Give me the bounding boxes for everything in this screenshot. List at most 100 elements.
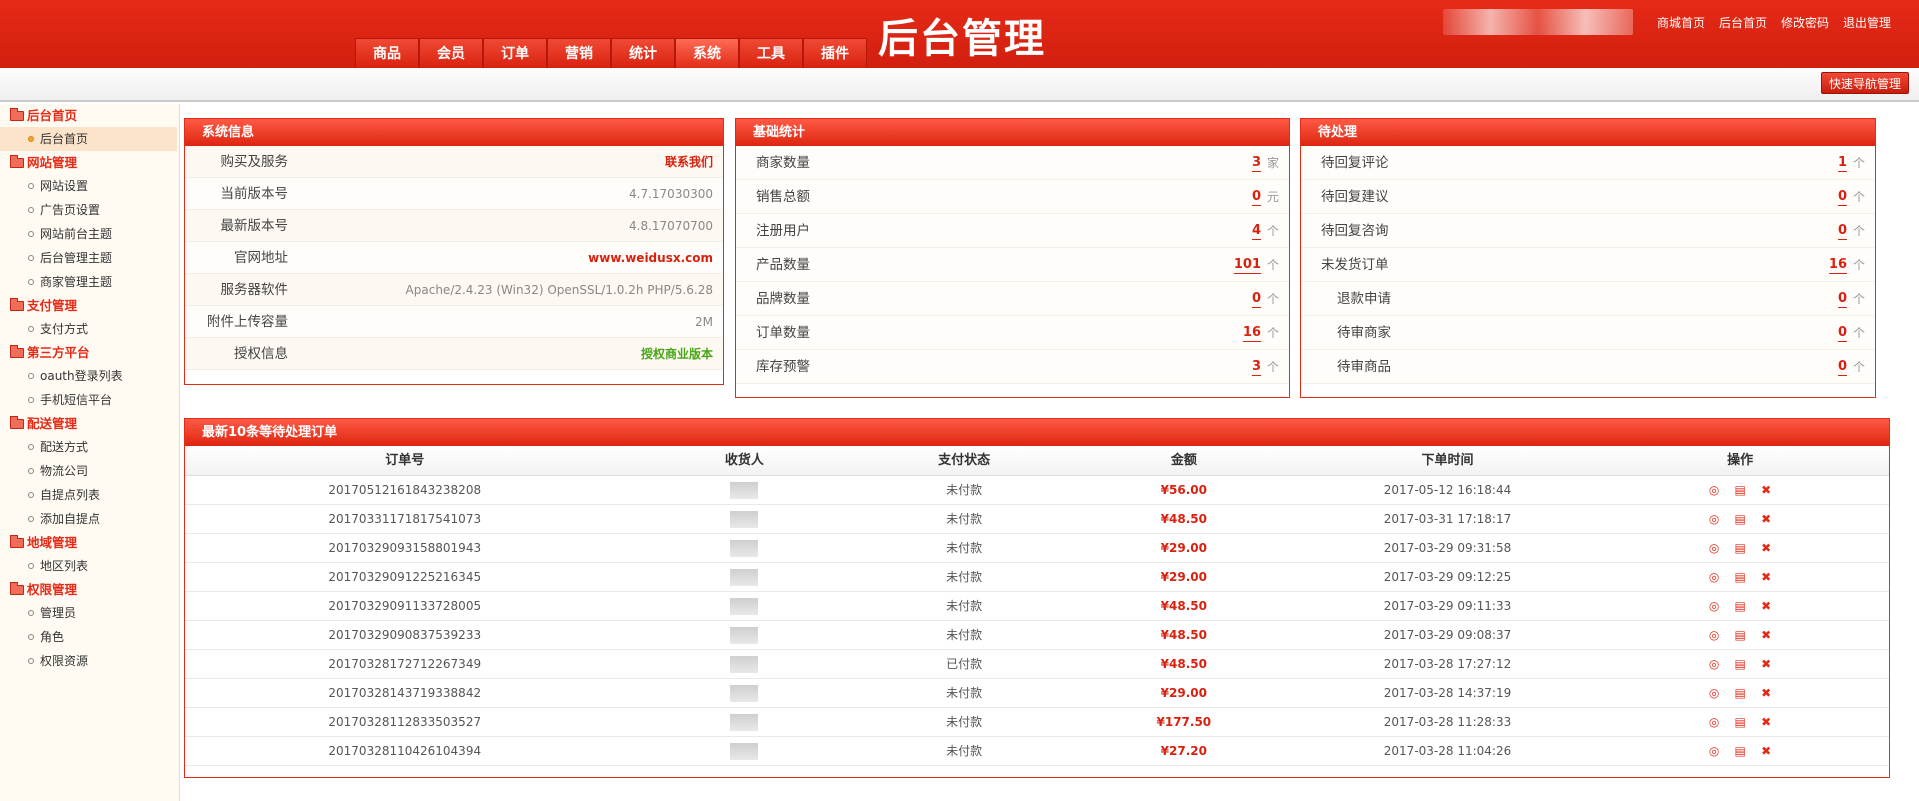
delete-icon[interactable]: ✖	[1759, 599, 1773, 613]
view-icon[interactable]: ◎	[1707, 541, 1721, 555]
nav-tab[interactable]: 系统	[675, 38, 739, 68]
sidebar-item[interactable]: 后台首页	[0, 127, 177, 151]
sidebar-group[interactable]: 支付管理	[0, 294, 179, 317]
sidebar-item[interactable]: 配送方式	[0, 435, 179, 459]
view-icon[interactable]: ◎	[1707, 744, 1721, 758]
document-icon[interactable]: ▤	[1733, 512, 1747, 526]
stat-value[interactable]: 0	[1837, 223, 1847, 240]
delete-icon[interactable]: ✖	[1759, 483, 1773, 497]
view-icon[interactable]: ◎	[1707, 570, 1721, 584]
nav-tab[interactable]: 工具	[739, 38, 803, 68]
stat-value[interactable]: 0	[1837, 359, 1847, 376]
sidebar-item[interactable]: 管理员	[0, 601, 179, 625]
delete-icon[interactable]: ✖	[1759, 570, 1773, 584]
sidebar-item-label: 网站前台主题	[40, 227, 113, 241]
stat-unit: 个	[1852, 292, 1865, 306]
stat-label: 商家数量	[756, 155, 810, 171]
folder-icon	[10, 535, 24, 548]
link-admin-home[interactable]: 后台首页	[1719, 14, 1767, 31]
sidebar-item[interactable]: 地区列表	[0, 554, 179, 578]
sidebar-group[interactable]: 网站管理	[0, 151, 179, 174]
view-icon[interactable]: ◎	[1707, 628, 1721, 642]
nav-tab[interactable]: 商品	[355, 38, 419, 68]
sidebar-group-label: 第三方平台	[27, 345, 90, 360]
nav-tab[interactable]: 营销	[547, 38, 611, 68]
stat-value[interactable]: 0	[1837, 189, 1847, 206]
stat-value[interactable]: 0	[1837, 325, 1847, 342]
view-icon[interactable]: ◎	[1707, 657, 1721, 671]
nav-tab[interactable]: 统计	[611, 38, 675, 68]
stat-value[interactable]: 101	[1233, 257, 1261, 274]
sidebar-group[interactable]: 权限管理	[0, 578, 179, 601]
link-shop-home[interactable]: 商城首页	[1657, 14, 1705, 31]
stat-value[interactable]: 4	[1251, 223, 1261, 240]
stat-row: 销售总额 0 元	[736, 180, 1289, 214]
delete-icon[interactable]: ✖	[1759, 628, 1773, 642]
stat-label: 待审商家	[1337, 325, 1391, 341]
view-icon[interactable]: ◎	[1707, 686, 1721, 700]
sidebar-item[interactable]: 自提点列表	[0, 483, 179, 507]
table-row: 20170331171817541073 未付款 ¥48.50 2017-03-31 …	[185, 505, 1889, 534]
nav-tab[interactable]: 会员	[419, 38, 483, 68]
stat-value[interactable]: 0	[1251, 189, 1261, 206]
delete-icon[interactable]: ✖	[1759, 715, 1773, 729]
stat-value[interactable]: 1	[1837, 155, 1847, 172]
stat-unit: 个	[1852, 258, 1865, 272]
quick-nav-button[interactable]: 快速导航管理	[1820, 72, 1909, 94]
stat-value[interactable]: 3	[1251, 155, 1261, 172]
sidebar-item[interactable]: 网站前台主题	[0, 222, 179, 246]
link-logout[interactable]: 退出管理	[1843, 14, 1891, 31]
view-icon[interactable]: ◎	[1707, 483, 1721, 497]
document-icon[interactable]: ▤	[1733, 570, 1747, 584]
receiver-blurred	[730, 743, 759, 760]
delete-icon[interactable]: ✖	[1759, 541, 1773, 555]
document-icon[interactable]: ▤	[1733, 686, 1747, 700]
folder-icon	[10, 298, 24, 311]
document-icon[interactable]: ▤	[1733, 599, 1747, 613]
sidebar-group[interactable]: 第三方平台	[0, 341, 179, 364]
nav-tab[interactable]: 订单	[483, 38, 547, 68]
sidebar-group[interactable]: 地域管理	[0, 531, 179, 554]
sidebar-item[interactable]: 支付方式	[0, 317, 179, 341]
view-icon[interactable]: ◎	[1707, 715, 1721, 729]
delete-icon[interactable]: ✖	[1759, 512, 1773, 526]
sidebar-item[interactable]: 手机短信平台	[0, 388, 179, 412]
document-icon[interactable]: ▤	[1733, 483, 1747, 497]
stat-value[interactable]: 16	[1828, 257, 1847, 274]
stat-value[interactable]: 3	[1251, 359, 1261, 376]
document-icon[interactable]: ▤	[1733, 628, 1747, 642]
delete-icon[interactable]: ✖	[1759, 657, 1773, 671]
nav-tab[interactable]: 插件	[803, 38, 867, 68]
sidebar-group[interactable]: 后台首页	[0, 104, 179, 127]
stat-value[interactable]: 0	[1251, 291, 1261, 308]
sidebar-item[interactable]: 商家管理主题	[0, 270, 179, 294]
actions-cell: ◎ ▤ ✖	[1591, 563, 1889, 591]
sidebar-item[interactable]: oauth登录列表	[0, 364, 179, 388]
sidebar-item[interactable]: 物流公司	[0, 459, 179, 483]
stat-value[interactable]: 0	[1837, 291, 1847, 308]
sidebar-item[interactable]: 添加自提点	[0, 507, 179, 531]
document-icon[interactable]: ▤	[1733, 657, 1747, 671]
link-change-password[interactable]: 修改密码	[1781, 14, 1829, 31]
info-value[interactable]: 联系我们	[665, 146, 713, 178]
delete-icon[interactable]: ✖	[1759, 686, 1773, 700]
sidebar-item[interactable]: 后台管理主题	[0, 246, 179, 270]
sidebar-item[interactable]: 广告页设置	[0, 198, 179, 222]
view-icon[interactable]: ◎	[1707, 599, 1721, 613]
info-label: 最新版本号	[220, 218, 289, 234]
stat-value[interactable]: 16	[1242, 325, 1261, 342]
delete-icon[interactable]: ✖	[1759, 744, 1773, 758]
order-time: 2017-03-31 17:18:17	[1383, 512, 1512, 526]
document-icon[interactable]: ▤	[1733, 715, 1747, 729]
col-receiver: 收货人	[724, 453, 764, 468]
document-icon[interactable]: ▤	[1733, 744, 1747, 758]
stat-unit: 个	[1852, 190, 1865, 204]
sidebar-item[interactable]: 网站设置	[0, 174, 179, 198]
view-icon[interactable]: ◎	[1707, 512, 1721, 526]
info-value[interactable]: www.weidusx.com	[588, 242, 713, 274]
sidebar-group-label: 网站管理	[27, 155, 78, 170]
sidebar-group[interactable]: 配送管理	[0, 412, 179, 435]
sidebar-item[interactable]: 权限资源	[0, 649, 179, 673]
document-icon[interactable]: ▤	[1733, 541, 1747, 555]
sidebar-item[interactable]: 角色	[0, 625, 179, 649]
